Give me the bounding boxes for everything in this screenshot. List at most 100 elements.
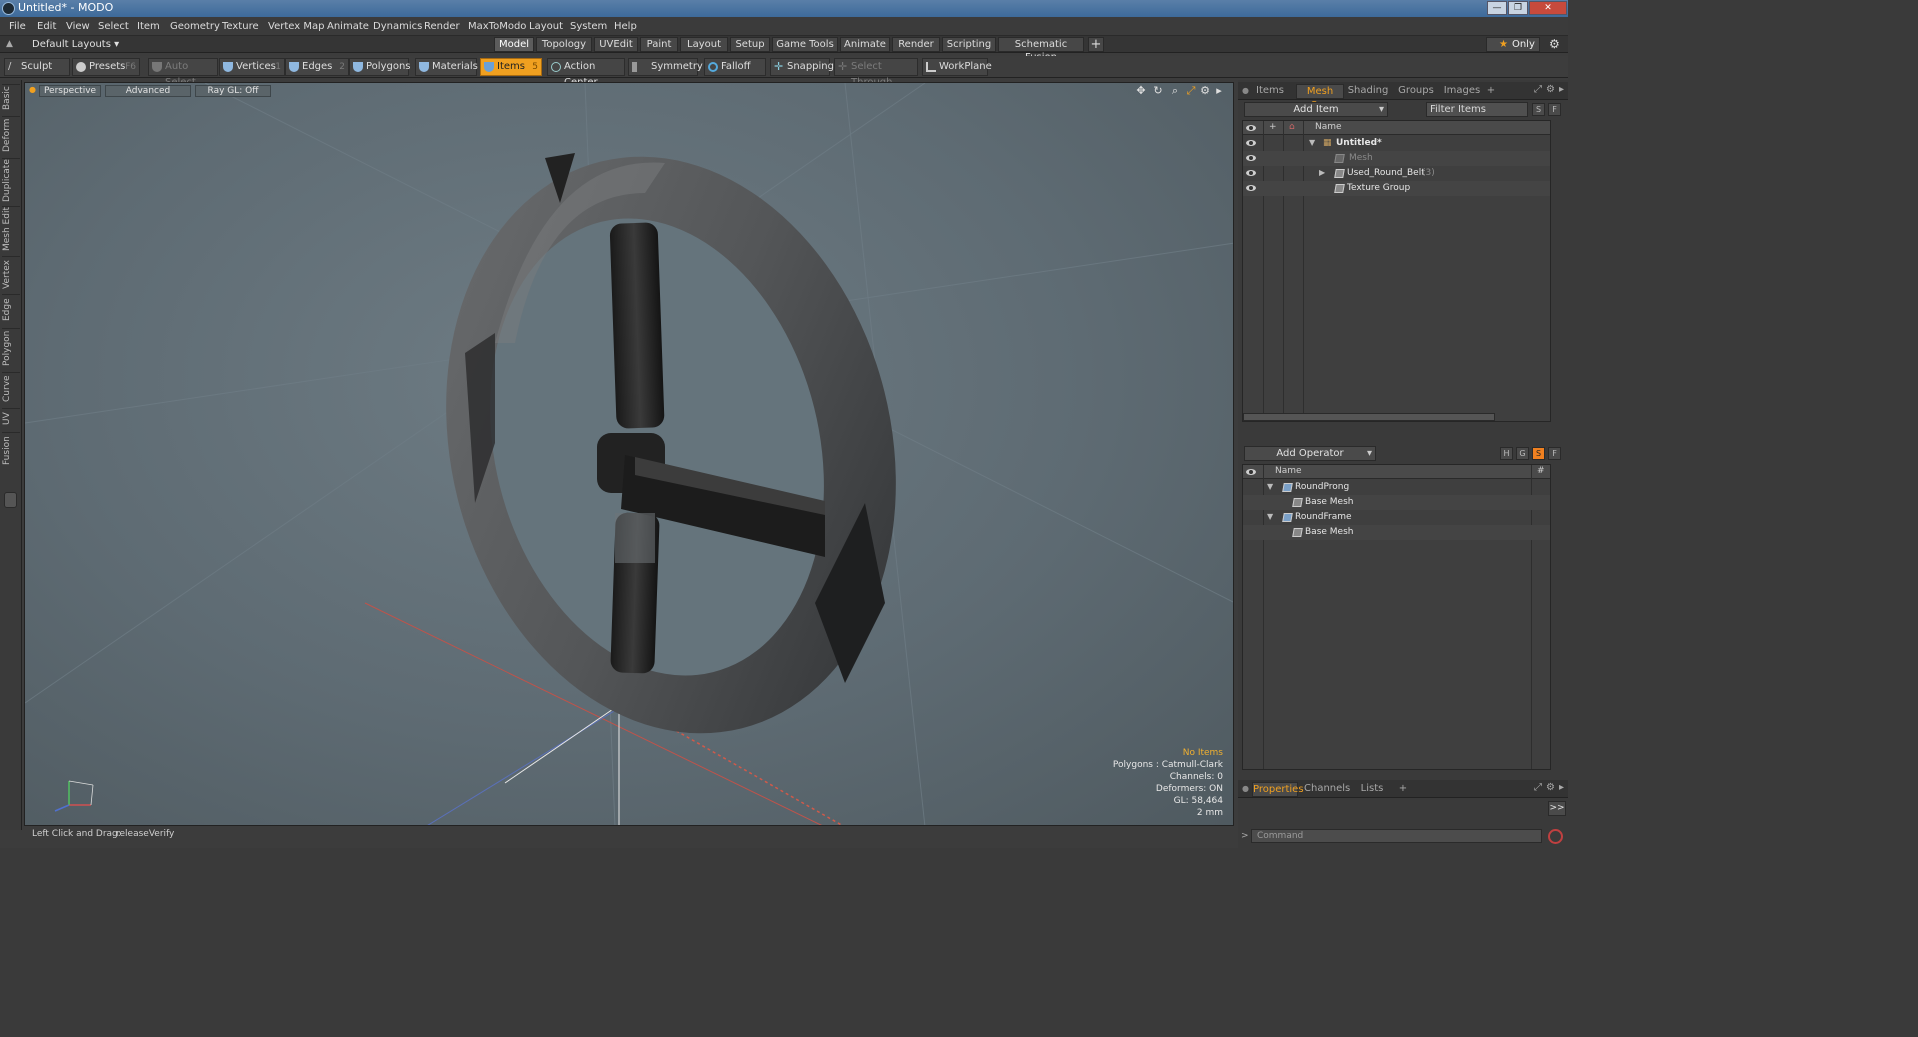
vtab-duplicate[interactable]: Duplicate: [2, 158, 20, 202]
menu-maxtomodo[interactable]: MaxToModo: [468, 21, 526, 32]
tab-schematic-fusion[interactable]: Schematic Fusion: [998, 37, 1084, 63]
add-tab-plus[interactable]: +: [1396, 782, 1410, 797]
menu-layout[interactable]: Layout: [529, 21, 563, 32]
viewport-menu-icon[interactable]: ▸: [1213, 85, 1225, 97]
gear-icon[interactable]: ⚙: [1549, 37, 1560, 51]
edges-button[interactable]: Edges 2: [285, 58, 349, 76]
h-toggle[interactable]: H: [1500, 447, 1513, 460]
command-input[interactable]: Command: [1251, 829, 1542, 843]
operator-row-base-mesh[interactable]: Base Mesh: [1243, 495, 1550, 510]
zoom-view-icon[interactable]: ⌕: [1169, 85, 1181, 97]
add-item-button[interactable]: Add Item ▾: [1244, 102, 1388, 117]
add-tab-plus[interactable]: +: [1484, 84, 1498, 99]
add-operator-button[interactable]: Add Operator ▾: [1244, 446, 1376, 461]
move-view-icon[interactable]: ✥: [1135, 85, 1147, 97]
materials-button[interactable]: Materials: [415, 58, 478, 76]
expand-arrow-icon[interactable]: ▼: [1267, 480, 1273, 494]
layout-lock-icon[interactable]: ▲: [6, 39, 16, 49]
tab-game-tools[interactable]: Game Tools: [772, 37, 838, 52]
record-icon[interactable]: [1548, 829, 1563, 844]
expand-arrow-icon[interactable]: ▼: [1309, 136, 1315, 150]
menu-file[interactable]: File: [9, 21, 26, 32]
item-row-untitled[interactable]: ▼ ▦ Untitled*: [1243, 136, 1550, 151]
raygl-button[interactable]: Ray GL: Off: [195, 85, 271, 97]
menu-animate[interactable]: Animate: [327, 21, 369, 32]
f-toggle[interactable]: F: [1548, 447, 1561, 460]
3d-viewport[interactable]: ● Perspective Advanced Ray GL: Off ✥ ↻ ⌕…: [24, 82, 1234, 826]
tab-uvedit[interactable]: UVEdit: [594, 37, 638, 52]
g-toggle[interactable]: G: [1516, 447, 1529, 460]
vtab-basic[interactable]: Basic: [2, 84, 20, 112]
vtab-edge[interactable]: Edge: [2, 294, 20, 324]
falloff-button[interactable]: Falloff: [704, 58, 766, 76]
eye-icon[interactable]: [1246, 170, 1256, 176]
panel-expand-icon[interactable]: ⤢: [1534, 782, 1542, 793]
tab-paint[interactable]: Paint: [640, 37, 678, 52]
maximize-button[interactable]: ❐: [1508, 1, 1528, 15]
workplane-button[interactable]: WorkPlane: [922, 58, 992, 76]
rotate-view-icon[interactable]: ↻: [1152, 85, 1164, 97]
panel-menu-icon[interactable]: ▸: [1559, 84, 1564, 95]
add-tab-button[interactable]: +: [1088, 37, 1104, 52]
vtab-vertex[interactable]: Vertex: [2, 256, 20, 292]
tab-animate[interactable]: Animate: [840, 37, 890, 52]
tab-images[interactable]: Images: [1442, 84, 1482, 99]
panel-settings-icon[interactable]: ⚙: [1546, 84, 1555, 95]
item-row-used-round-belt[interactable]: ▶ Used_Round_Belt (3): [1243, 166, 1550, 181]
tab-groups[interactable]: Groups: [1396, 84, 1436, 99]
f-toggle[interactable]: F: [1548, 103, 1561, 116]
viewport-settings-icon[interactable]: ⚙: [1199, 85, 1211, 97]
vtab-mesh-edit[interactable]: Mesh Edit: [2, 206, 20, 252]
vtab-curve[interactable]: Curve: [2, 372, 20, 404]
vtab-fusion[interactable]: Fusion: [2, 432, 20, 468]
menu-view[interactable]: View: [66, 21, 90, 32]
only-toggle[interactable]: ★ Only: [1486, 37, 1540, 52]
eye-icon[interactable]: [1246, 140, 1256, 146]
expand-arrow-icon[interactable]: ▶: [1319, 166, 1325, 180]
menu-system[interactable]: System: [570, 21, 607, 32]
tab-layout[interactable]: Layout: [680, 37, 728, 52]
vertices-button[interactable]: Vertices 1: [219, 58, 285, 76]
vtab-deform[interactable]: Deform: [2, 116, 20, 154]
close-button[interactable]: ✕: [1529, 1, 1567, 15]
menu-geometry[interactable]: Geometry: [170, 21, 220, 32]
expand-properties-button[interactable]: >>: [1548, 801, 1566, 816]
panel-menu-icon[interactable]: ▸: [1559, 782, 1564, 793]
polygons-button[interactable]: Polygons: [349, 58, 411, 76]
tab-topology[interactable]: Topology: [536, 37, 592, 52]
layout-dropdown[interactable]: Default Layouts ▾: [32, 39, 119, 50]
tab-shading[interactable]: Shading: [1346, 84, 1390, 99]
tab-lists[interactable]: Lists: [1354, 782, 1390, 797]
tab-scripting[interactable]: Scripting: [942, 37, 996, 52]
s-toggle[interactable]: S: [1532, 447, 1545, 460]
tab-properties[interactable]: Properties: [1252, 782, 1304, 797]
eye-icon[interactable]: [1246, 155, 1256, 161]
tab-channels[interactable]: Channels: [1304, 782, 1350, 797]
menu-item[interactable]: Item: [137, 21, 160, 32]
symmetry-button[interactable]: Symmetry: [628, 58, 703, 76]
view-mode-button[interactable]: Perspective: [39, 85, 101, 97]
toolbox-expand-button[interactable]: [4, 492, 17, 508]
menu-edit[interactable]: Edit: [37, 21, 56, 32]
tab-setup[interactable]: Setup: [730, 37, 770, 52]
menu-render[interactable]: Render: [424, 21, 460, 32]
menu-vertex-map[interactable]: Vertex Map: [268, 21, 324, 32]
horizontal-scrollbar[interactable]: [1243, 413, 1495, 421]
item-row-texture-group[interactable]: Texture Group: [1243, 181, 1550, 196]
tab-render[interactable]: Render: [892, 37, 940, 52]
filter-items-input[interactable]: Filter Items: [1426, 102, 1528, 117]
eye-icon[interactable]: [1246, 185, 1256, 191]
panel-expand-icon[interactable]: ⤢: [1534, 84, 1542, 95]
tab-items[interactable]: Items: [1252, 84, 1288, 99]
operator-row-base-mesh[interactable]: Base Mesh: [1243, 525, 1550, 540]
menu-texture[interactable]: Texture: [222, 21, 259, 32]
action-center-button[interactable]: Action Center: [547, 58, 625, 88]
item-row-mesh[interactable]: Mesh: [1243, 151, 1550, 166]
menu-help[interactable]: Help: [614, 21, 637, 32]
minimize-button[interactable]: —: [1487, 1, 1507, 15]
expand-arrow-icon[interactable]: ▼: [1267, 510, 1273, 524]
operator-row-roundprong[interactable]: ▼ RoundProng: [1243, 480, 1550, 495]
sculpt-button[interactable]: / Sculpt: [4, 58, 70, 76]
maximize-view-icon[interactable]: ⤢: [1185, 85, 1197, 97]
advanced-button[interactable]: Advanced: [105, 85, 191, 97]
